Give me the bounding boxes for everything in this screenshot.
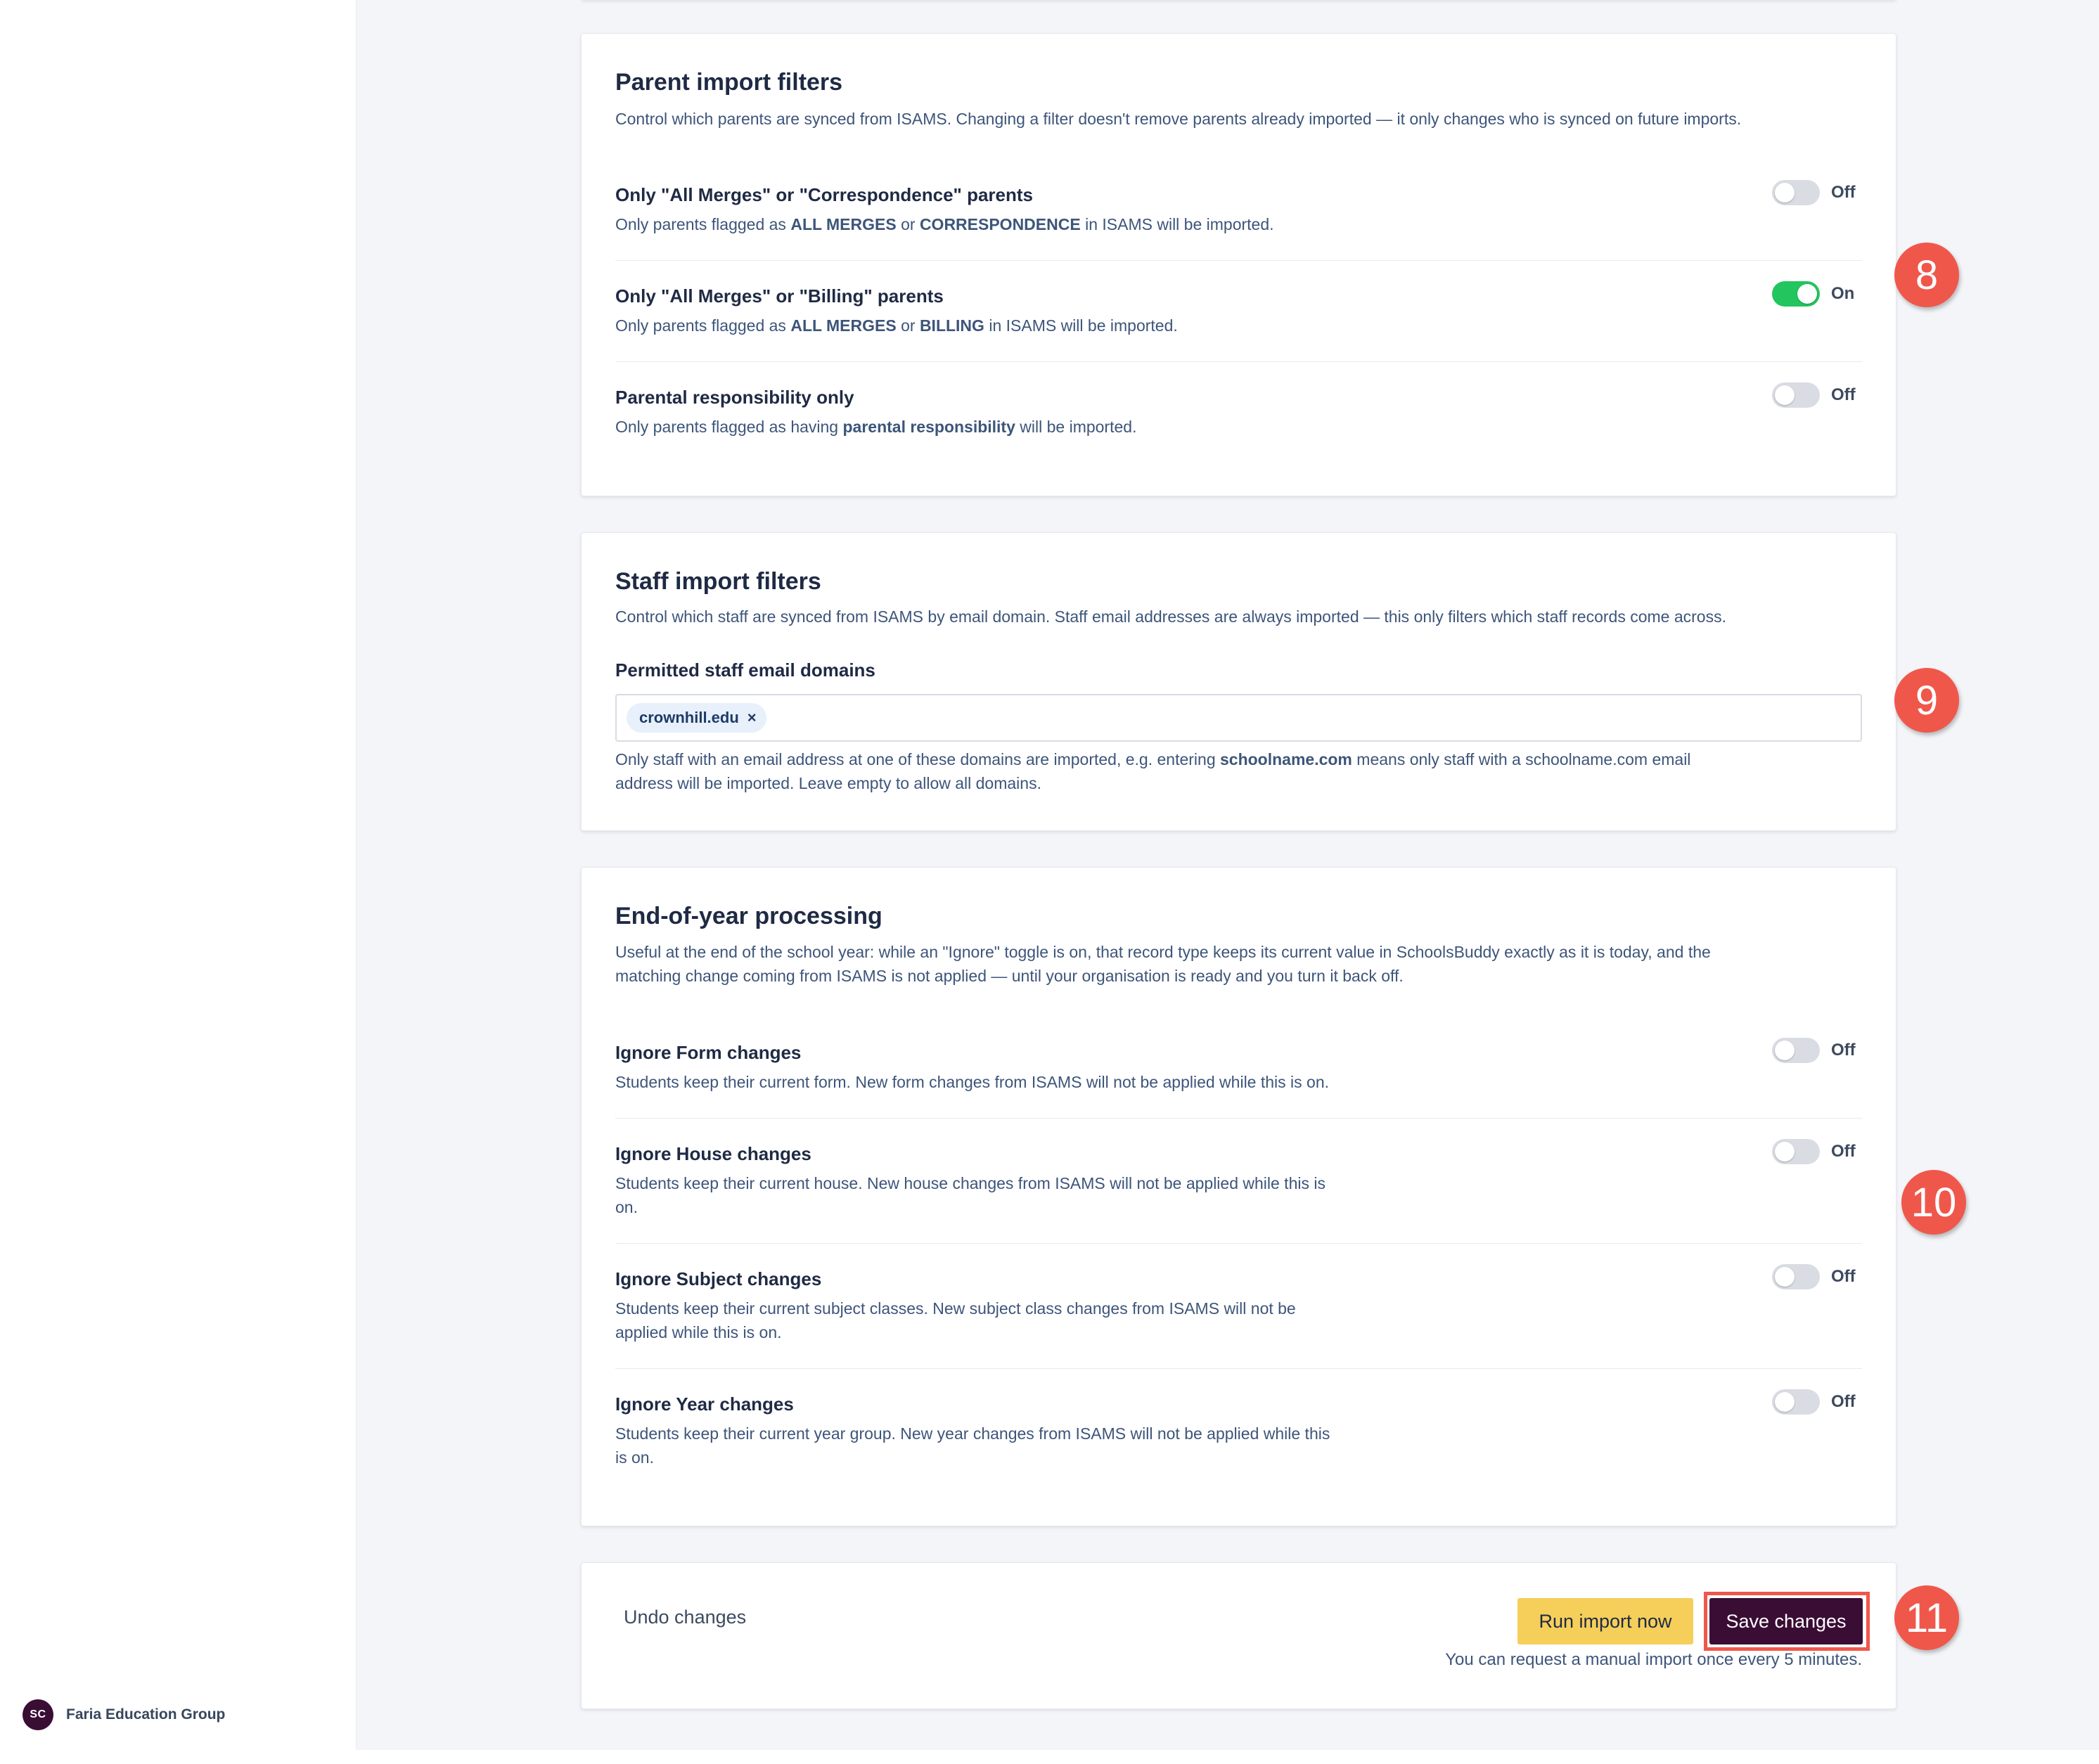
- annotation-badge-8: 8: [1894, 243, 1959, 307]
- email-domains-label: Permitted staff email domains: [615, 659, 875, 681]
- email-domains-help: Only staff with an email address at one …: [615, 750, 1691, 792]
- toggle-state-label: Off: [1831, 385, 1856, 404]
- eoy-label: Ignore Form changes: [615, 1042, 802, 1063]
- eoy-help: Students keep their current subject clas…: [615, 1299, 1296, 1341]
- toggle-state-label: Off: [1831, 1267, 1856, 1286]
- toggle-state-label: Off: [1831, 1392, 1856, 1411]
- manual-import-note: You can request a manual import once eve…: [1445, 1650, 1862, 1669]
- email-domains-input[interactable]: crownhill.edu ×: [615, 694, 1862, 742]
- avatar: SC: [23, 1699, 53, 1730]
- divider: [615, 1368, 1862, 1369]
- toggle-knob: [1775, 1142, 1795, 1161]
- toggle-knob: [1775, 385, 1795, 405]
- eoy-help: Students keep their current house. New h…: [615, 1174, 1325, 1216]
- toggle-parental-responsibility[interactable]: [1772, 382, 1820, 408]
- sidebar: SC Faria Education Group: [0, 0, 357, 1750]
- actions-card: Undo changes Run import now Save changes…: [581, 1562, 1896, 1709]
- parent-import-filters-card: Parent import filters Control which pare…: [581, 33, 1896, 496]
- remove-tag-icon[interactable]: ×: [747, 709, 757, 727]
- filter-label: Parental responsibility only: [615, 387, 854, 408]
- end-of-year-processing-card: End-of-year processing Useful at the end…: [581, 867, 1896, 1526]
- eoy-help: Students keep their current form. New fo…: [615, 1073, 1330, 1091]
- annotation-badge-11: 11: [1894, 1585, 1959, 1650]
- eoy-help: Students keep their current year group. …: [615, 1424, 1330, 1467]
- toggle-ignore-subject-wrap: Off: [1772, 1264, 1862, 1289]
- card-description: Control which staff are synced from ISAM…: [615, 607, 1726, 626]
- toggle-ignore-house-wrap: Off: [1772, 1139, 1862, 1164]
- eoy-label: Ignore House changes: [615, 1143, 811, 1164]
- toggle-state-label: On: [1831, 284, 1855, 303]
- org-switcher[interactable]: SC Faria Education Group: [23, 1699, 225, 1730]
- toggle-knob: [1775, 183, 1795, 202]
- toggle-ignore-form[interactable]: [1772, 1038, 1820, 1063]
- divider: [615, 1118, 1862, 1119]
- toggle-knob: [1775, 1041, 1795, 1060]
- main-content: Parent import filters Control which pare…: [357, 0, 2099, 1750]
- eoy-label: Ignore Subject changes: [615, 1268, 822, 1289]
- staff-import-filters-card: Staff import filters Control which staff…: [581, 532, 1896, 831]
- toggle-state-label: Off: [1831, 183, 1856, 202]
- filter-help: Only parents flagged as ALL MERGES or BI…: [615, 316, 1178, 335]
- annotation-badge-10: 10: [1901, 1170, 1966, 1235]
- toggle-billing[interactable]: [1772, 281, 1820, 307]
- divider: [615, 260, 1862, 261]
- card-description: Control which parents are synced from IS…: [615, 110, 1742, 128]
- annotation-badge-9: 9: [1894, 668, 1959, 733]
- toggle-knob: [1775, 1267, 1795, 1287]
- divider: [615, 361, 1862, 362]
- toggle-ignore-subject[interactable]: [1772, 1264, 1820, 1289]
- toggle-parental-responsibility-wrap: Off: [1772, 382, 1862, 408]
- domain-tag: crownhill.edu ×: [627, 703, 766, 733]
- toggle-state-label: Off: [1831, 1041, 1856, 1060]
- toggle-ignore-year[interactable]: [1772, 1389, 1820, 1415]
- undo-changes-link[interactable]: Undo changes: [624, 1607, 746, 1628]
- toggle-ignore-year-wrap: Off: [1772, 1389, 1862, 1415]
- card-title: Staff import filters: [615, 568, 821, 595]
- toggle-ignore-form-wrap: Off: [1772, 1038, 1862, 1063]
- save-changes-button[interactable]: Save changes: [1709, 1598, 1863, 1644]
- toggle-state-label: Off: [1831, 1142, 1856, 1161]
- card-title: Parent import filters: [615, 69, 843, 96]
- divider: [615, 1243, 1862, 1244]
- eoy-label: Ignore Year changes: [615, 1393, 794, 1415]
- filter-label: Only "All Merges" or "Billing" parents: [615, 285, 944, 307]
- toggle-correspondence[interactable]: [1772, 180, 1820, 205]
- run-import-now-button[interactable]: Run import now: [1517, 1598, 1693, 1644]
- card-title: End-of-year processing: [615, 903, 882, 929]
- toggle-knob: [1775, 1392, 1795, 1412]
- toggle-correspondence-wrap: Off: [1772, 180, 1862, 205]
- filter-help: Only parents flagged as having parental …: [615, 418, 1137, 436]
- filter-help: Only parents flagged as ALL MERGES or CO…: [615, 215, 1274, 233]
- org-name: Faria Education Group: [66, 1706, 226, 1723]
- toggle-ignore-house[interactable]: [1772, 1139, 1820, 1164]
- toggle-billing-wrap: On: [1772, 281, 1862, 307]
- filter-label: Only "All Merges" or "Correspondence" pa…: [615, 184, 1034, 205]
- card-description: Useful at the end of the school year: wh…: [615, 943, 1711, 985]
- toggle-knob: [1797, 284, 1817, 304]
- domain-tag-label: crownhill.edu: [639, 709, 739, 726]
